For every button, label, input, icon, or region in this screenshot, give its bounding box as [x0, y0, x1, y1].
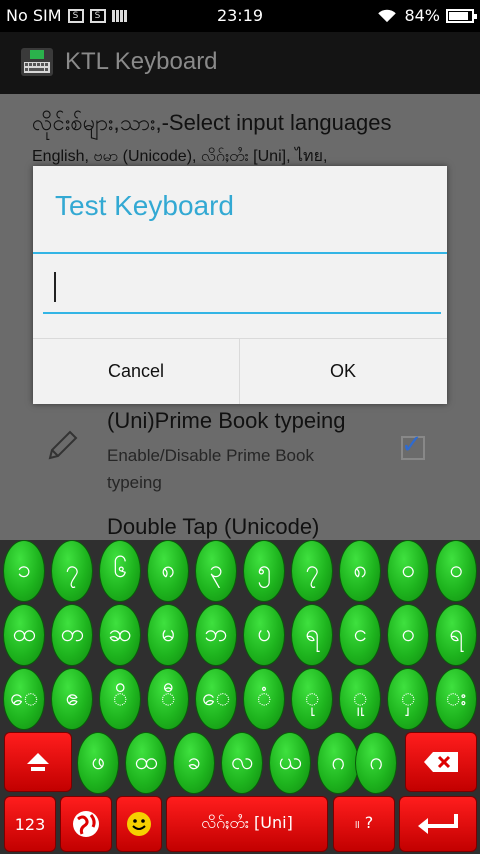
keyboard: ၁ ၇ ၆ ၈ ၃ ၅ ၇ ၈ ၀ ဝ ထ တ ဆ မ ဘ ပ ရ င ဝ ရ … [0, 540, 480, 854]
backspace-key[interactable] [405, 732, 477, 792]
key[interactable]: ၇ [51, 540, 93, 602]
key[interactable]: ေ [3, 668, 45, 730]
key[interactable]: ၅ [243, 540, 285, 602]
double-tap-title[interactable]: Double Tap (Unicode) [107, 514, 319, 540]
prime-book-summary: Enable/Disable Prime Book typeing [107, 446, 314, 492]
key[interactable]: ဝ [435, 540, 477, 602]
test-input-field[interactable] [43, 266, 441, 314]
key[interactable]: ဂ [317, 732, 359, 794]
key[interactable]: တ [51, 604, 93, 666]
battery-icon [446, 8, 477, 23]
key[interactable]: ခ [173, 732, 215, 794]
smiley-icon [127, 812, 151, 836]
prime-book-checkbox[interactable]: ✓ [401, 430, 425, 460]
key[interactable]: ရ [291, 604, 333, 666]
text-cursor [54, 272, 56, 302]
key[interactable]: ၇ [291, 540, 333, 602]
key[interactable]: ထ [125, 732, 167, 794]
key[interactable]: ဆ [99, 604, 141, 666]
space-key[interactable]: လိဂ်ႈတႆး [Uni] [166, 796, 328, 852]
key[interactable]: ထ [3, 604, 45, 666]
cancel-button[interactable]: Cancel [33, 339, 239, 404]
key[interactable]: ီ [147, 668, 189, 730]
key[interactable]: ၈ [339, 540, 381, 602]
test-keyboard-dialog: Test Keyboard Cancel OK [33, 166, 447, 404]
wifi-icon [378, 9, 397, 22]
checkmark-icon: ✓ [401, 430, 423, 460]
app-keyboard-icon [21, 48, 53, 76]
key[interactable]: ပ [243, 604, 285, 666]
key[interactable]: ံ [243, 668, 285, 730]
backspace-icon [424, 752, 458, 772]
pencil-icon [48, 430, 78, 460]
key[interactable]: ု [291, 668, 333, 730]
ok-button[interactable]: OK [240, 339, 446, 404]
language-globe-key[interactable] [60, 796, 112, 852]
key[interactable]: ူ [339, 668, 381, 730]
key[interactable]: ဖ [77, 732, 119, 794]
input-languages-title[interactable]: လိုင်းစ်များ,သား,-Select input languages [32, 108, 392, 141]
punctuation-key[interactable]: ။ ? [333, 796, 395, 852]
emoji-key[interactable] [116, 796, 162, 852]
dialog-title-divider [33, 252, 447, 254]
enter-key[interactable] [399, 796, 477, 852]
key[interactable]: ၆ [99, 540, 141, 602]
key[interactable]: ရ [435, 604, 477, 666]
prime-book-title[interactable]: (Uni)Prime Book typeing [107, 408, 345, 434]
key[interactable]: ၀ [387, 540, 429, 602]
key[interactable]: း [435, 668, 477, 730]
key[interactable]: ၃ [195, 540, 237, 602]
key[interactable]: ဝ [387, 604, 429, 666]
globe-icon [73, 811, 99, 837]
key[interactable]: လ [221, 732, 263, 794]
action-bar: KTL Keyboard [0, 32, 480, 94]
dialog-title: Test Keyboard [55, 190, 234, 221]
app-title: KTL Keyboard [65, 48, 218, 75]
key[interactable]: ၈ [147, 540, 189, 602]
key[interactable]: ဧ [51, 668, 93, 730]
key[interactable]: ှ [387, 668, 429, 730]
key[interactable]: ယ [269, 732, 311, 794]
status-right: 84% [376, 6, 477, 25]
battery-percent: 84% [404, 6, 440, 25]
key[interactable]: ၁ [3, 540, 45, 602]
shift-icon [27, 753, 49, 771]
key[interactable]: ဘ [195, 604, 237, 666]
numbers-key[interactable]: 123 [4, 796, 56, 852]
key[interactable]: မ [147, 604, 189, 666]
key[interactable]: ိ [99, 668, 141, 730]
status-bar: No SIM S S 23:19 84% [0, 0, 480, 32]
key[interactable]: င [339, 604, 381, 666]
enter-icon [418, 814, 458, 834]
key[interactable]: ေ [195, 668, 237, 730]
shift-key[interactable] [4, 732, 72, 792]
key[interactable]: ဂ [355, 732, 397, 794]
